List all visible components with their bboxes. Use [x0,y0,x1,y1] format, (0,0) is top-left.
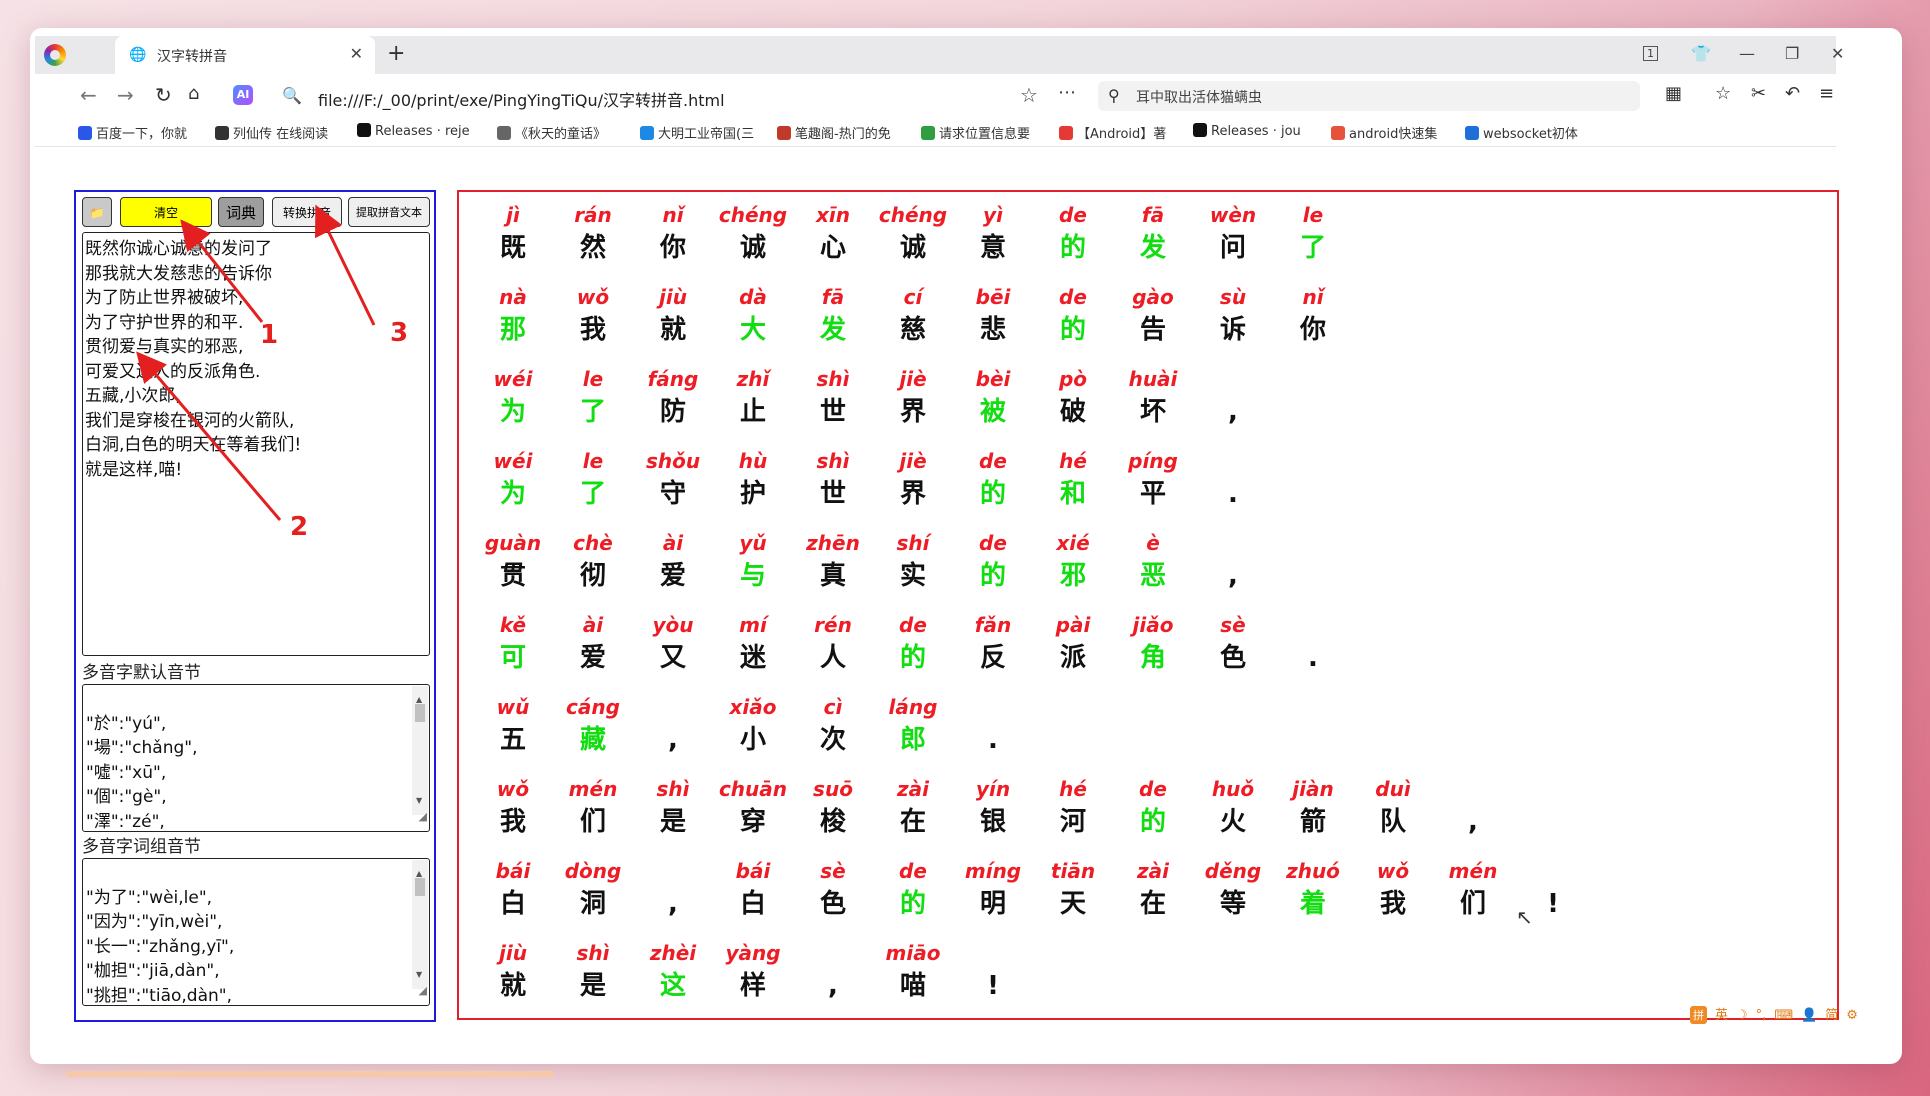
annotation-arrows [136,204,376,521]
annotation-1: 1 [260,320,279,350]
annotation-3: 3 [390,318,409,348]
annotation-2: 2 [290,512,309,542]
arrow-1 [180,219,264,323]
arrow-3 [315,204,376,326]
arrow-2 [136,351,282,521]
